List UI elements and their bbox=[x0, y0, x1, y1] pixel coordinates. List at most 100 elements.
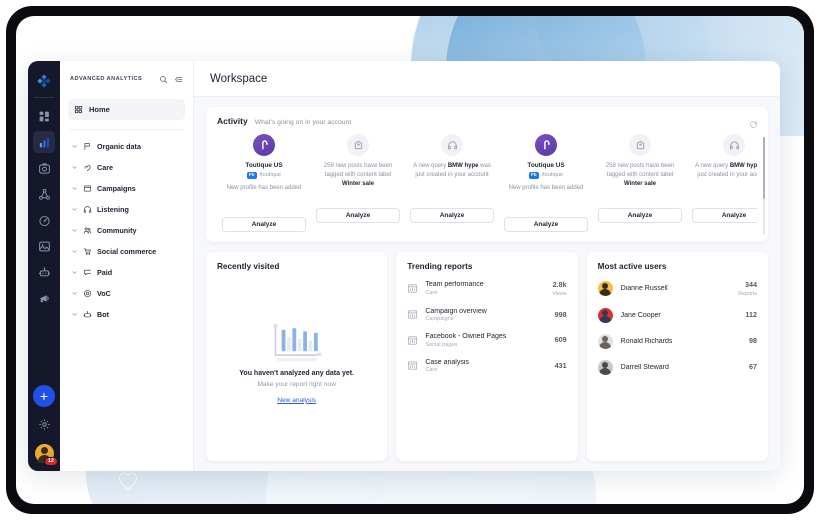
user-value: 98 bbox=[748, 335, 757, 345]
device-frame: + 12 ADVANCED ANALYTICS Home Organic dat… bbox=[6, 6, 814, 514]
rail-item-image[interactable] bbox=[33, 235, 55, 257]
sidebar-title: ADVANCED ANALYTICS bbox=[70, 76, 143, 82]
search-icon[interactable] bbox=[159, 75, 168, 84]
avatar-body bbox=[599, 341, 612, 349]
sidebar-item-label: Listening bbox=[97, 205, 129, 214]
report-icon bbox=[407, 360, 418, 371]
chevron-down-icon bbox=[71, 164, 78, 171]
rail-item-bot[interactable] bbox=[33, 261, 55, 283]
user-row[interactable]: Darrell Steward 67 bbox=[597, 354, 757, 380]
rail-item-dashboard-grid[interactable] bbox=[33, 105, 55, 127]
chevron-down-icon bbox=[71, 206, 78, 213]
analyze-button[interactable]: Analyze bbox=[504, 216, 588, 232]
user-avatar[interactable]: 12 bbox=[34, 444, 58, 466]
activity-text-before: 258 new posts have been tagged with cont… bbox=[323, 163, 393, 178]
user-value: 112 bbox=[745, 309, 757, 319]
sidebar-item-paid[interactable]: Paid bbox=[68, 262, 185, 283]
speedometer-icon bbox=[38, 215, 50, 226]
avatar-body bbox=[599, 315, 612, 323]
analyze-button[interactable]: Analyze bbox=[692, 208, 757, 223]
rail-item-speedometer[interactable] bbox=[33, 209, 55, 231]
chevron-down-icon bbox=[71, 227, 78, 234]
trending-report-row[interactable]: Team performance Care 2.8k Views bbox=[407, 275, 567, 303]
activity-text-bold: BMW hype bbox=[729, 163, 757, 169]
user-metric: 344 Reports bbox=[738, 280, 757, 297]
activity-scrollbar[interactable] bbox=[762, 137, 765, 235]
sidebar-item-bot[interactable]: Bot bbox=[68, 304, 185, 325]
new-analysis-link[interactable]: New analysis bbox=[277, 397, 316, 404]
rail-item-analytics[interactable] bbox=[33, 131, 55, 153]
analyze-button[interactable]: Analyze bbox=[222, 216, 306, 232]
collapse-panel-icon[interactable] bbox=[174, 75, 183, 84]
trending-report-row[interactable]: Facebook - Owned Pages Social pages 609 bbox=[407, 328, 567, 354]
activity-text-before: A new query bbox=[695, 163, 730, 169]
sidebar-item-label: Organic data bbox=[97, 142, 141, 151]
sidebar-item-community[interactable]: Community bbox=[68, 220, 185, 241]
rail-item-megaphone[interactable] bbox=[33, 287, 55, 309]
activity-item: Toutique US Fb /toutique New profile has… bbox=[499, 134, 593, 232]
sidebar-item-label: Bot bbox=[97, 310, 109, 319]
sidebar-item-organic-data[interactable]: Organic data bbox=[68, 136, 185, 157]
sidebar-item-voc[interactable]: VoC bbox=[68, 283, 185, 304]
sidebar-item-label: Social commerce bbox=[97, 247, 157, 256]
activity-card: Activity What's going on in your account bbox=[206, 107, 768, 242]
scrollbar-thumb[interactable] bbox=[762, 137, 765, 199]
trending-report-value: 609 bbox=[554, 335, 567, 345]
camera-icon bbox=[38, 162, 50, 174]
sidebar-item-campaigns[interactable]: Campaigns bbox=[68, 178, 185, 199]
sidebar-item-social-commerce[interactable]: Social commerce bbox=[68, 241, 185, 262]
trending-report-info: Facebook - Owned Pages Social pages bbox=[425, 333, 547, 348]
listening-headphones-icon bbox=[441, 134, 463, 156]
app-logo-icon[interactable] bbox=[36, 73, 52, 89]
gear-icon bbox=[38, 419, 50, 430]
user-name: Dianne Russell bbox=[620, 284, 668, 292]
app-window: + 12 ADVANCED ANALYTICS Home Organic dat… bbox=[28, 61, 780, 471]
report-icon bbox=[407, 335, 418, 346]
activity-card-list[interactable]: Toutique US Fb /toutique New profile has… bbox=[217, 134, 757, 232]
refresh-icon[interactable] bbox=[749, 116, 758, 134]
trending-report-name: Case analysis bbox=[425, 358, 469, 366]
analyze-button[interactable]: Analyze bbox=[316, 208, 400, 223]
activity-text-bold: BMW hype bbox=[447, 163, 479, 169]
report-icon bbox=[407, 309, 418, 320]
sidebar-item-care[interactable]: Care bbox=[68, 157, 185, 178]
icon-rail: + 12 bbox=[28, 61, 60, 471]
trending-report-row[interactable]: Case analysis Care 431 bbox=[407, 353, 567, 379]
sidebar-item-label: Care bbox=[97, 163, 113, 172]
dashboard-grid-icon bbox=[39, 111, 49, 121]
bar-chart-icon bbox=[39, 137, 49, 147]
page-title: Workspace bbox=[210, 72, 268, 85]
main-area: Workspace Activity What's going on in yo… bbox=[194, 61, 780, 471]
bot-icon bbox=[83, 310, 92, 319]
activity-text: New profile has been added bbox=[226, 184, 302, 191]
avatar bbox=[597, 280, 613, 296]
sidebar-item-listening[interactable]: Listening bbox=[68, 199, 185, 220]
shopping-cart-icon bbox=[83, 247, 92, 256]
trending-report-metric: 431 bbox=[555, 361, 567, 372]
content-area: Activity What's going on in your account bbox=[194, 97, 780, 471]
facebook-badge: Fb bbox=[528, 172, 539, 179]
user-value: 67 bbox=[748, 361, 757, 371]
settings-button[interactable] bbox=[38, 418, 51, 436]
user-row[interactable]: Jane Cooper 112 bbox=[597, 302, 757, 328]
activity-title: Activity bbox=[217, 116, 248, 126]
user-row[interactable]: Ronald Richards 98 bbox=[597, 328, 757, 354]
trending-report-row[interactable]: Campaign overview Campaigns 998 bbox=[407, 302, 567, 328]
rail-item-camera[interactable] bbox=[33, 157, 55, 179]
activity-item: A new query BMW hype was just created in… bbox=[405, 134, 499, 232]
analyze-button[interactable]: Analyze bbox=[410, 208, 494, 223]
user-row[interactable]: Dianne Russell 344 Reports bbox=[597, 275, 757, 303]
sidebar-item-label: Community bbox=[97, 226, 137, 235]
trending-report-metric: 998 bbox=[555, 310, 567, 321]
notification-badge: 12 bbox=[44, 456, 58, 466]
rail-item-network[interactable] bbox=[33, 183, 55, 205]
trending-report-value: 431 bbox=[554, 360, 567, 370]
add-new-button[interactable]: + bbox=[33, 385, 55, 407]
tag-label-icon bbox=[347, 134, 369, 156]
sidebar-item-home[interactable]: Home bbox=[68, 99, 185, 120]
paid-speech-icon bbox=[83, 268, 92, 277]
image-icon bbox=[38, 241, 50, 251]
analyze-button[interactable]: Analyze bbox=[598, 208, 682, 223]
user-metric: 67 bbox=[749, 362, 757, 373]
trending-report-value: 2.8k bbox=[552, 280, 567, 290]
